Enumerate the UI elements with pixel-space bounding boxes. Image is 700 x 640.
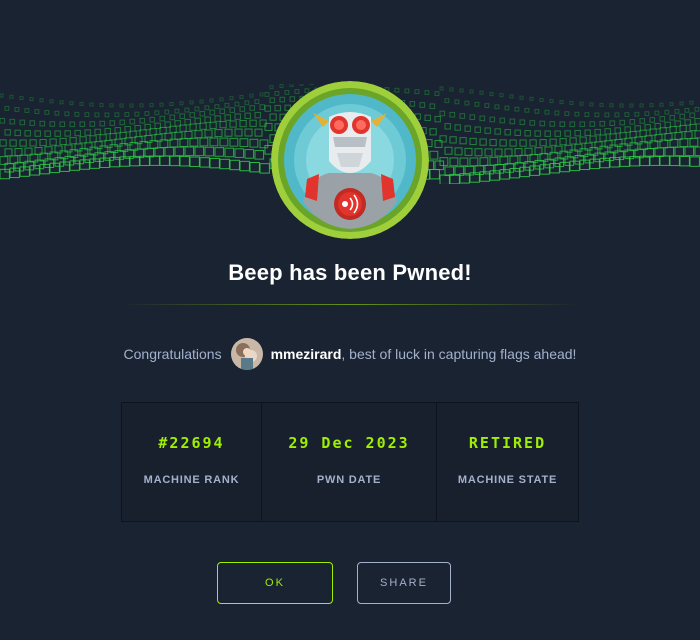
title-divider bbox=[120, 304, 580, 305]
machine-avatar bbox=[271, 81, 429, 239]
share-button[interactable]: SHARE bbox=[357, 562, 451, 604]
stat-machine-rank: #22694 MACHINE RANK bbox=[122, 403, 262, 521]
stats-panel: #22694 MACHINE RANK 29 Dec 2023 PWN DATE… bbox=[121, 402, 579, 522]
machine-state-label: MACHINE STATE bbox=[457, 474, 558, 486]
machine-state-value: RETIRED bbox=[468, 434, 547, 452]
stat-pwn-date: 29 Dec 2023 PWN DATE bbox=[262, 403, 437, 521]
pwned-title: Beep has been Pwned! bbox=[228, 260, 472, 285]
user-avatar[interactable] bbox=[230, 338, 263, 370]
congrats-prefix: Congratulations bbox=[123, 346, 222, 362]
stat-machine-state: RETIRED MACHINE STATE bbox=[437, 403, 578, 521]
username-link[interactable]: mmezirard bbox=[271, 346, 342, 362]
congrats-message: Congratulations mmezirard , best of luck… bbox=[0, 338, 700, 370]
congrats-suffix: , best of luck in capturing flags ahead! bbox=[341, 346, 577, 362]
ok-button[interactable]: OK bbox=[217, 562, 333, 604]
machine-rank-value: #22694 bbox=[158, 434, 225, 452]
pwn-date-value: 29 Dec 2023 bbox=[288, 434, 410, 452]
machine-rank-label: MACHINE RANK bbox=[143, 474, 240, 486]
pwn-date-label: PWN DATE bbox=[316, 474, 382, 486]
